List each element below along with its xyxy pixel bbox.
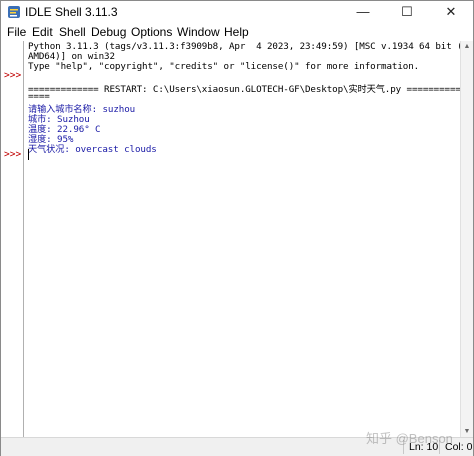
- menu-bar: File Edit Shell Debug Options Window Hel…: [1, 23, 473, 41]
- shell-prompt: >>>: [4, 70, 22, 81]
- idle-python-icon: [8, 6, 20, 18]
- menu-shell[interactable]: Shell: [59, 25, 86, 39]
- minimize-button[interactable]: —: [341, 1, 385, 23]
- restart-line: ============= RESTART: C:\Users\xiaosun.…: [28, 84, 461, 95]
- scroll-down-icon[interactable]: ▼: [463, 428, 471, 435]
- watermark: 知乎 @Benson: [366, 431, 453, 446]
- window-title: IDLE Shell 3.11.3: [25, 5, 118, 19]
- menu-file[interactable]: File: [7, 25, 26, 39]
- text-cursor: [28, 149, 29, 160]
- menu-debug[interactable]: Debug: [91, 25, 126, 39]
- title-bar[interactable]: IDLE Shell 3.11.3 — ☐ ✕: [1, 1, 473, 23]
- gutter-divider: [23, 41, 24, 437]
- scroll-up-icon[interactable]: ▲: [463, 43, 471, 50]
- prompt-gutter: >>> >>>: [1, 41, 23, 437]
- vertical-scrollbar[interactable]: ▲ ▼: [460, 41, 473, 437]
- idle-shell-window: IDLE Shell 3.11.3 — ☐ ✕ File Edit Shell …: [0, 0, 474, 456]
- close-button[interactable]: ✕: [429, 1, 473, 23]
- menu-window[interactable]: Window: [177, 25, 220, 39]
- shell-editor[interactable]: >>> >>> Python 3.11.3 (tags/v3.11.3:f390…: [1, 41, 473, 437]
- shell-prompt: >>>: [4, 149, 22, 160]
- banner-line: Type "help", "copyright", "credits" or "…: [28, 61, 420, 72]
- menu-help[interactable]: Help: [224, 25, 249, 39]
- maximize-button[interactable]: ☐: [385, 1, 429, 23]
- menu-edit[interactable]: Edit: [32, 25, 53, 39]
- menu-options[interactable]: Options: [131, 25, 172, 39]
- output-line: 天气状况: overcast clouds: [28, 144, 157, 155]
